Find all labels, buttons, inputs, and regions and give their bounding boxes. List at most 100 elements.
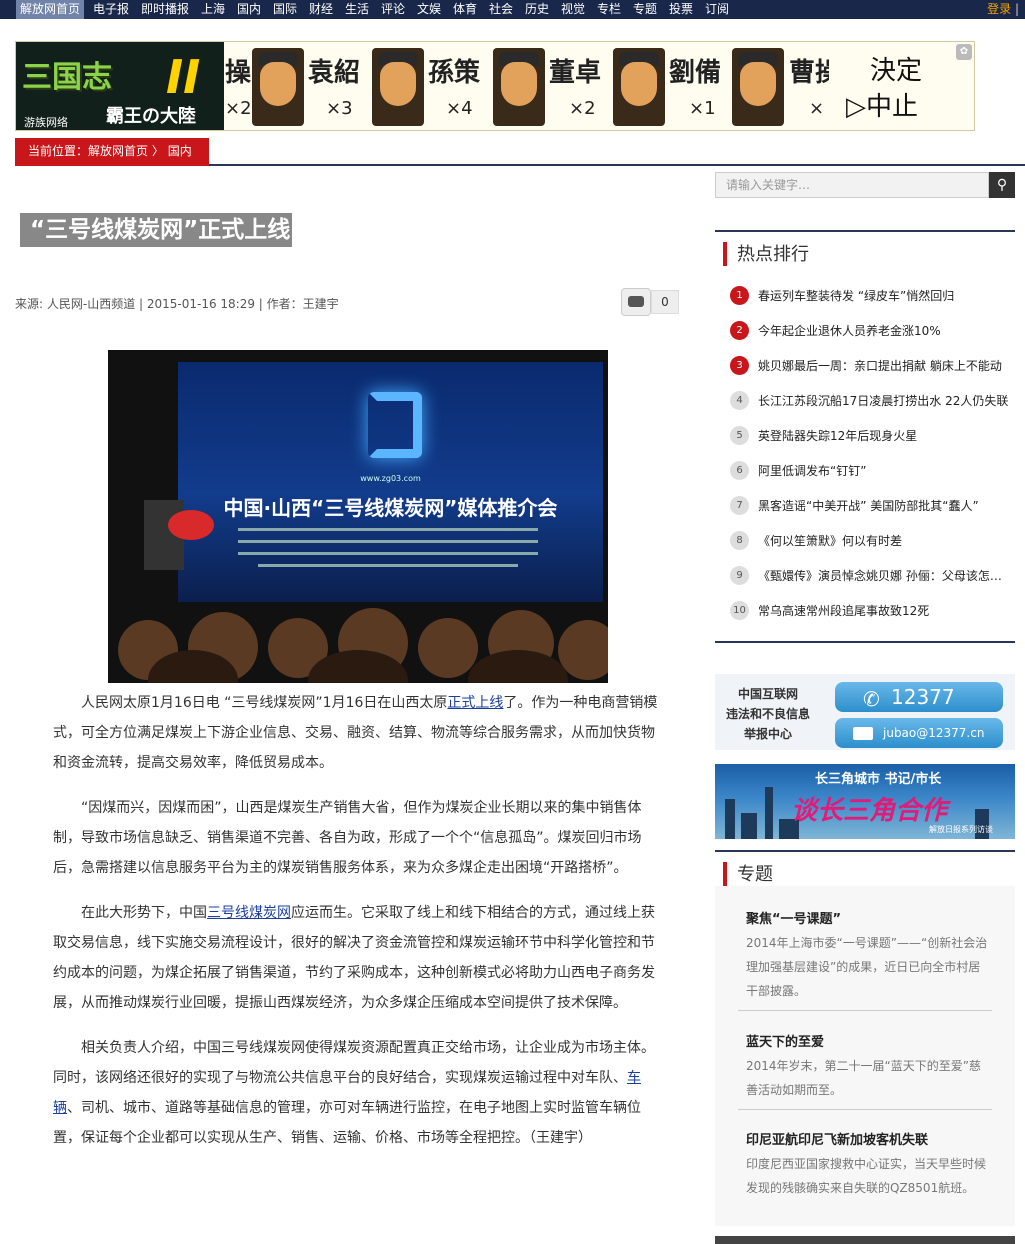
topic-divider	[738, 1010, 992, 1011]
article-body: 人民网太原1月16日电 “三号线煤炭网”1月16日在山西太原正式上线了。作为一种…	[53, 688, 665, 1168]
hot-item-link[interactable]: 《何以笙箫默》何以有时差	[758, 532, 1010, 549]
nav-item-column[interactable]: 专栏	[597, 0, 621, 19]
logo-brand: 游族网络	[24, 116, 68, 129]
nav-item-home[interactable]: 解放网首页	[16, 0, 85, 19]
report-email-button[interactable]: jubao@12377.cn	[835, 718, 1003, 748]
login-label[interactable]: 登录	[987, 2, 1011, 16]
topics-title: 专题	[737, 864, 773, 885]
banner-stop-button[interactable]: ▷中止	[846, 86, 918, 123]
general-lead-count: ×2	[225, 98, 252, 119]
hot-item[interactable]: 10 常乌高速常州段追尾事故致12死	[730, 601, 1010, 621]
hot-item[interactable]: 5 英登陆器失踪12年后现身火星	[730, 426, 1010, 446]
paragraph-text: “因煤而兴，因煤而困”，山西是煤炭生产销售大省，但作为煤炭企业长期以来的集中销售…	[53, 800, 642, 876]
logo-title: 三国志	[22, 60, 112, 95]
nav-item-entertainment[interactable]: 文娱	[417, 0, 441, 19]
nav-item-live[interactable]: 即时播报	[141, 0, 189, 19]
nav-item-comment[interactable]: 评论	[381, 0, 405, 19]
top-nav: 解放网首页 电子报 即时播报 上海 国内 国际 财经 生活 评论 文娱 体育 社…	[0, 0, 1025, 19]
inline-link[interactable]: 正式上线	[447, 695, 503, 711]
general-portrait	[613, 48, 665, 126]
hot-item-link[interactable]: 长江江苏段沉船17日凌晨打捞出水 22人仍失联	[758, 392, 1010, 409]
hot-item-link[interactable]: 今年起企业退休人员养老金涨10%	[758, 322, 1010, 339]
rank-badge: 1	[730, 286, 749, 305]
logo-subtitle: 霸王の大陸	[106, 106, 196, 127]
article-paragraph: “因煤而兴，因煤而困”，山西是煤炭生产销售大省，但作为煤炭企业长期以来的集中销售…	[53, 793, 665, 883]
hot-item-link[interactable]: 姚贝娜最后一周：亲口提出捐献 躺床上不能动	[758, 357, 1010, 374]
topics-header: 专题	[715, 850, 1015, 890]
breadcrumb-current-link[interactable]: 国内	[168, 144, 192, 158]
general-name: 孫策	[428, 58, 481, 88]
inline-link[interactable]: 三号线煤炭网	[207, 905, 291, 921]
hot-item[interactable]: 2 今年起企业退休人员养老金涨10%	[730, 321, 1010, 341]
breadcrumb-home-link[interactable]: 解放网首页	[88, 144, 148, 158]
nav-item-international[interactable]: 国际	[273, 0, 297, 19]
topic-item[interactable]: 印尼亚航印尼飞新加坡客机失联 印度尼西亚国家搜救中心证实，当天早些时候发现的残骸…	[738, 1129, 992, 1200]
hot-item-link[interactable]: 英登陆器失踪12年后现身火星	[758, 427, 1010, 444]
comment-count[interactable]: 0	[651, 290, 679, 314]
topic-item[interactable]: 聚焦“一号课题” 2014年上海市委“一号课题”——“创新社会治理加强基层建设”…	[738, 908, 992, 1003]
game-logo: 三国志 II 霸王の大陸 游族网络	[16, 42, 224, 130]
nav-item-history[interactable]: 历史	[525, 0, 549, 19]
nav-item-life[interactable]: 生活	[345, 0, 369, 19]
general-name: 袁紹	[308, 58, 361, 88]
nav-item-sports[interactable]: 体育	[453, 0, 477, 19]
event-screen: www.zg03.com 中国·山西“三号线煤炭网”媒体推介会	[178, 362, 603, 602]
topic-title[interactable]: 聚焦“一号课题”	[738, 908, 992, 927]
section-marker	[723, 242, 727, 266]
hot-item-link[interactable]: 《甄嬛传》演员悼念姚贝娜 孙俪：父母该怎么办	[758, 567, 1010, 584]
report-line: 举报中心	[743, 727, 792, 741]
article-paragraph: 人民网太原1月16日电 “三号线煤炭网”1月16日在山西太原正式上线了。作为一种…	[53, 688, 665, 778]
topic-title[interactable]: 蓝天下的至爱	[738, 1031, 992, 1050]
general-count: ×2	[569, 98, 596, 119]
nav-item-epaper[interactable]: 电子报	[93, 0, 129, 19]
search-input[interactable]: 请输入关键字…	[715, 172, 989, 198]
hot-item[interactable]: 3 姚贝娜最后一周：亲口提出捐献 躺床上不能动	[730, 356, 1010, 376]
nav-item-special[interactable]: 专题	[633, 0, 657, 19]
bottom-strip	[715, 1236, 1015, 1244]
general-lead-name: 操	[225, 58, 252, 88]
general-portrait	[252, 48, 304, 126]
nav-item-vote[interactable]: 投票	[669, 0, 693, 19]
paragraph-text: 人民网太原1月16日电 “三号线煤炭网”1月16日在山西太原	[81, 695, 448, 711]
topic-item[interactable]: 蓝天下的至爱 2014年岁末，第二十一届“蓝天下的至爱”慈善活动如期而至。	[738, 1031, 992, 1102]
city-banner-top: 长三角城市 书记/市长	[815, 772, 942, 787]
topic-desc: 印度尼西亚国家搜救中心证实，当天早些时候发现的残骸确实来自失联的QZ8501航班…	[746, 1157, 987, 1195]
nav-item-domestic[interactable]: 国内	[237, 0, 261, 19]
banner-decide-button[interactable]: 決定	[870, 50, 922, 87]
ad-banner[interactable]: 三国志 II 霸王の大陸 游族网络 操 ×2 袁紹 ×3 孫策 ×4 董卓 ×2…	[15, 41, 975, 131]
logo-numeral: II	[166, 50, 201, 104]
hot-item[interactable]: 9 《甄嬛传》演员悼念姚贝娜 孙俪：父母该怎么办	[730, 566, 1010, 586]
paw-icon[interactable]: ✿	[956, 44, 972, 60]
report-center-banner[interactable]: 中国互联网 违法和不良信息 举报中心 ✆ 12377 jubao@12377.cn	[715, 674, 1015, 750]
hot-item[interactable]: 7 黑客造谣“中美开战” 美国防部批其“蠢人”	[730, 496, 1010, 516]
rank-badge: 8	[730, 531, 749, 550]
breadcrumb: 当前位置：解放网首页 〉 国内	[15, 138, 209, 166]
hot-ranking-title: 热点排行	[737, 244, 809, 265]
hot-item-link[interactable]: 阿里低调发布“钉钉”	[758, 462, 1010, 479]
hot-item[interactable]: 4 长江江苏段沉船17日凌晨打捞出水 22人仍失联	[730, 391, 1010, 411]
report-phone-button[interactable]: ✆ 12377	[835, 682, 1003, 712]
hot-item[interactable]: 8 《何以笙箫默》何以有时差	[730, 531, 1010, 551]
comment-icon[interactable]	[621, 288, 651, 316]
login-link[interactable]: 登录 |	[987, 0, 1019, 19]
general-count: ×1	[689, 98, 716, 119]
topic-title[interactable]: 印尼亚航印尼飞新加坡客机失联	[738, 1129, 992, 1148]
general-name: 劉備	[669, 58, 722, 88]
hot-item[interactable]: 1 春运列车整装待发 “绿皮车”悄然回归	[730, 286, 1010, 306]
nav-item-society[interactable]: 社会	[489, 0, 513, 19]
hot-item-link[interactable]: 常乌高速常州段追尾事故致12死	[758, 602, 1010, 619]
general-portrait	[493, 48, 545, 126]
hot-item-link[interactable]: 黑客造谣“中美开战” 美国防部批其“蠢人”	[758, 497, 1010, 514]
hot-item-link[interactable]: 春运列车整装待发 “绿皮车”悄然回归	[758, 287, 1010, 304]
nav-item-visual[interactable]: 视觉	[561, 0, 585, 19]
article-photo: www.zg03.com 中国·山西“三号线煤炭网”媒体推介会	[108, 350, 608, 683]
search-button[interactable]: ⚲	[989, 172, 1015, 198]
hot-item[interactable]: 6 阿里低调发布“钉钉”	[730, 461, 1010, 481]
rank-badge: 7	[730, 496, 749, 515]
nav-item-subscribe[interactable]: 订阅	[705, 0, 729, 19]
topic-desc: 2014年上海市委“一号课题”——“创新社会治理加强基层建设”的成果，近日已向全…	[746, 936, 988, 998]
nav-item-shanghai[interactable]: 上海	[201, 0, 225, 19]
city-interview-banner[interactable]: 长三角城市 书记/市长 谈长三角合作 解放日报系列访谈	[715, 764, 1015, 839]
nav-item-finance[interactable]: 财经	[309, 0, 333, 19]
general-name: 曹操	[789, 58, 829, 88]
